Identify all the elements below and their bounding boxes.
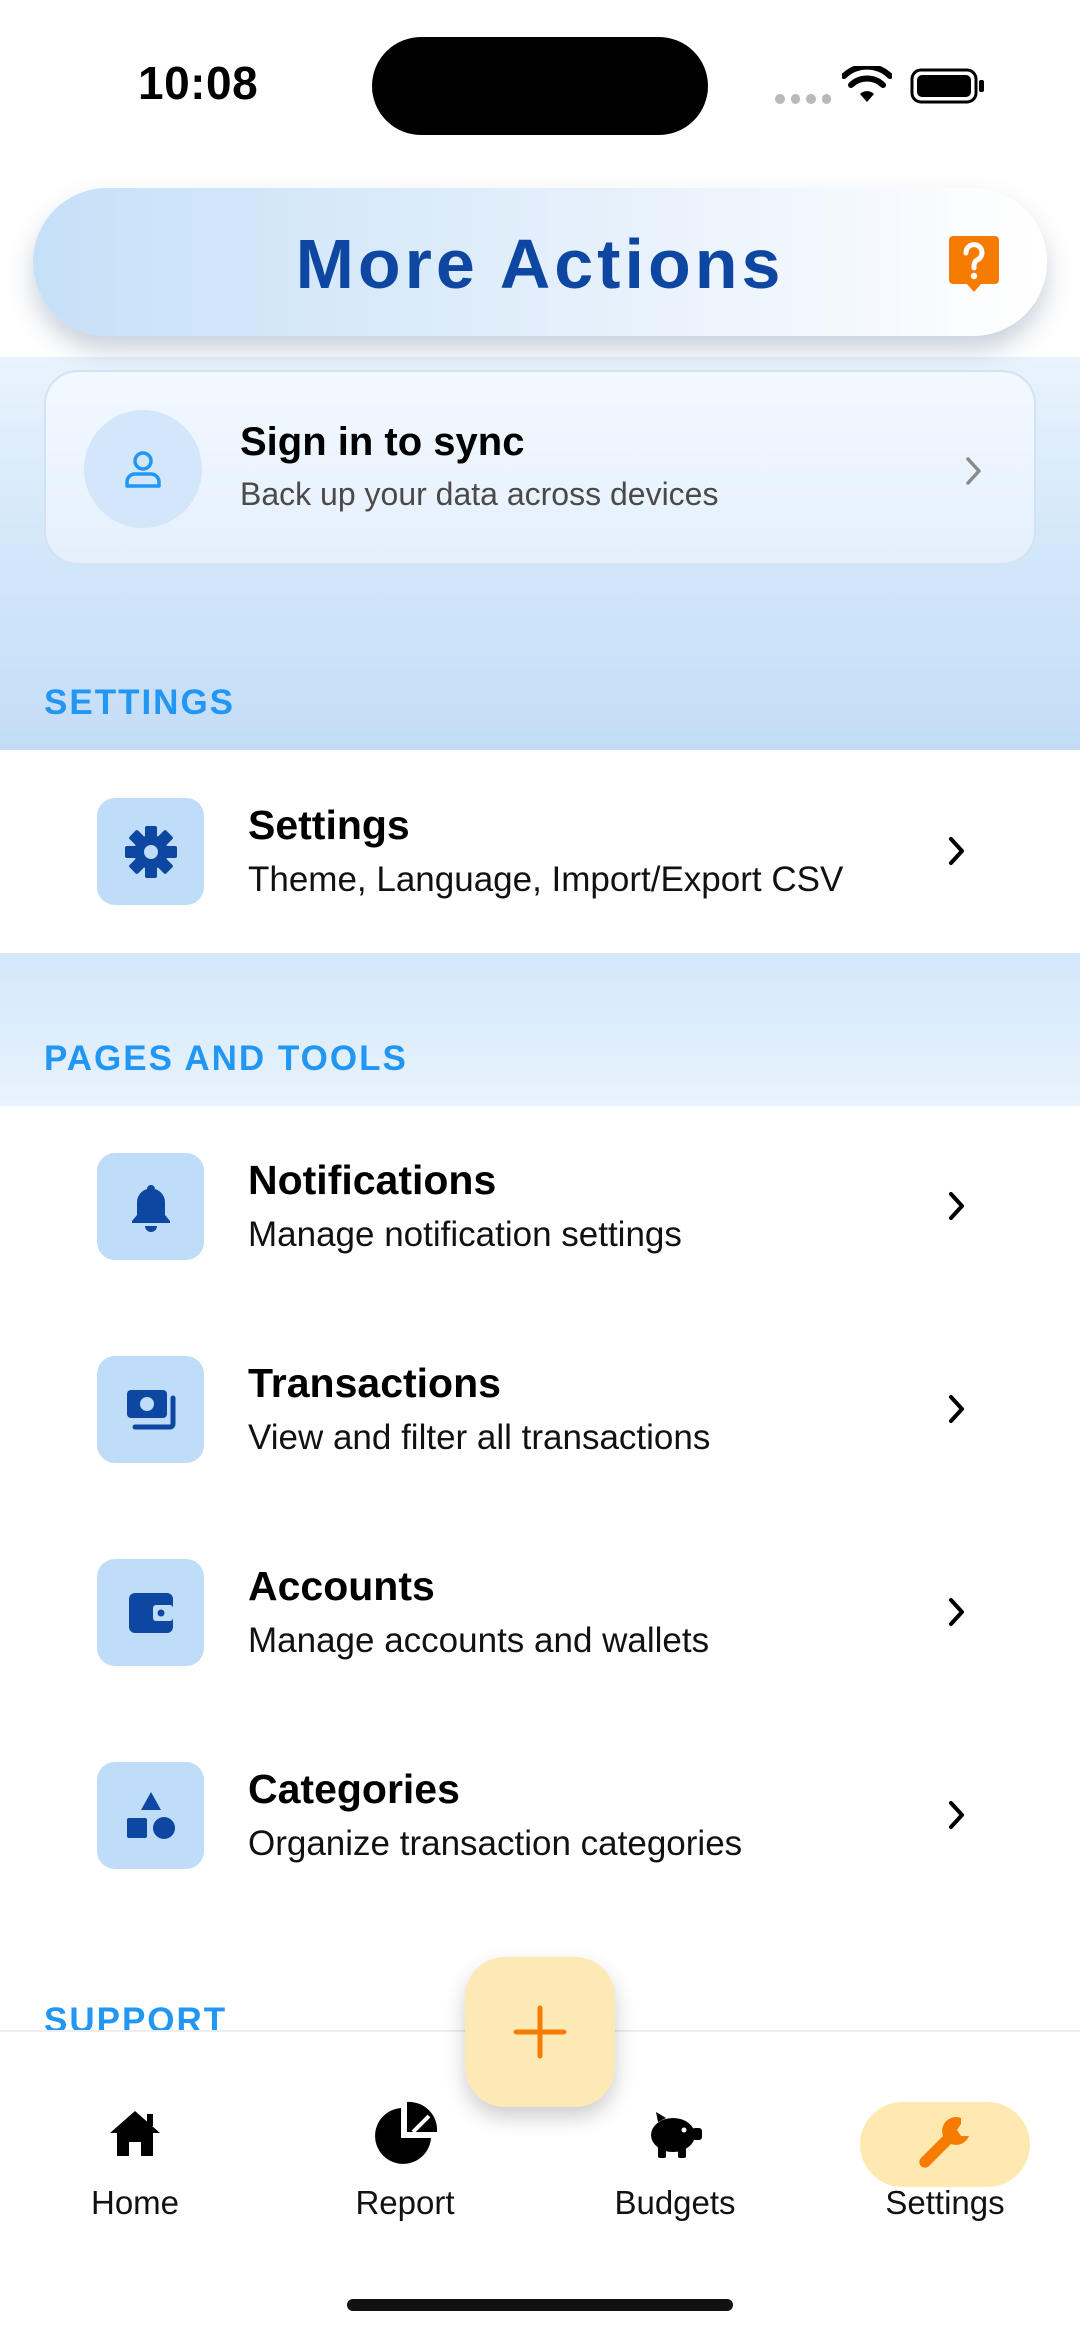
accounts-row[interactable]: Accounts Manage accounts and wallets bbox=[0, 1537, 1080, 1687]
sign-in-card[interactable]: Sign in to sync Back up your data across… bbox=[44, 370, 1036, 565]
accounts-subtitle: Manage accounts and wallets bbox=[248, 1621, 710, 1660]
notifications-title: Notifications bbox=[248, 1157, 497, 1203]
wifi-icon bbox=[842, 66, 892, 102]
notifications-icon-tile bbox=[97, 1153, 204, 1260]
chevron-right-icon bbox=[949, 1395, 964, 1423]
settings-icon-tile bbox=[97, 798, 204, 905]
transactions-subtitle: View and filter all transactions bbox=[248, 1418, 711, 1457]
settings-row-title: Settings bbox=[248, 802, 410, 848]
sign-in-subtitle: Back up your data across devices bbox=[240, 476, 719, 512]
home-icon bbox=[110, 2111, 160, 2156]
cellular-signal-icon bbox=[775, 94, 831, 106]
transactions-title: Transactions bbox=[248, 1360, 501, 1406]
home-indicator bbox=[347, 2299, 733, 2311]
nav-budgets-label: Budgets bbox=[614, 2184, 736, 2221]
nav-report-label: Report bbox=[355, 2184, 455, 2221]
chevron-right-icon bbox=[949, 837, 964, 865]
categories-subtitle: Organize transaction categories bbox=[248, 1824, 743, 1863]
dynamic-island bbox=[372, 37, 708, 135]
chevron-right-icon bbox=[949, 1598, 964, 1626]
status-time: 10:08 bbox=[138, 57, 259, 109]
avatar bbox=[84, 410, 202, 528]
section-settings-label: SETTINGS bbox=[44, 683, 236, 722]
pages-section-header bbox=[0, 953, 1080, 1106]
transactions-row[interactable]: Transactions View and filter all transac… bbox=[0, 1334, 1080, 1484]
nav-budgets[interactable]: Budgets bbox=[575, 2072, 775, 2222]
section-pages-label: PAGES AND TOOLS bbox=[44, 1039, 408, 1078]
user-icon bbox=[125, 451, 161, 488]
notifications-row[interactable]: Notifications Manage notification settin… bbox=[0, 1131, 1080, 1281]
bell-icon bbox=[132, 1185, 170, 1232]
nav-home-label: Home bbox=[90, 2184, 180, 2221]
chevron-right-icon bbox=[966, 457, 981, 485]
accounts-title: Accounts bbox=[248, 1563, 435, 1609]
nav-settings[interactable]: Settings bbox=[845, 2072, 1045, 2222]
page-title: More Actions bbox=[295, 225, 785, 303]
gear-icon bbox=[125, 826, 177, 878]
transactions-icon-tile bbox=[97, 1356, 204, 1463]
plus-icon bbox=[513, 2005, 567, 2059]
help-icon[interactable] bbox=[949, 236, 999, 292]
categories-row[interactable]: Categories Organize transaction categori… bbox=[0, 1740, 1080, 1890]
settings-row[interactable]: Settings Theme, Language, Import/Export … bbox=[0, 776, 1080, 926]
chevron-right-icon bbox=[949, 1801, 964, 1829]
categories-icon-tile bbox=[97, 1762, 204, 1869]
nav-settings-label: Settings bbox=[885, 2184, 1005, 2221]
header-bar: More Actions bbox=[33, 188, 1047, 336]
battery-icon bbox=[910, 68, 984, 104]
nav-home[interactable]: Home bbox=[35, 2072, 235, 2222]
settings-row-subtitle: Theme, Language, Import/Export CSV bbox=[248, 860, 844, 899]
chevron-right-icon bbox=[949, 1192, 964, 1220]
accounts-icon-tile bbox=[97, 1559, 204, 1666]
sign-in-title: Sign in to sync bbox=[240, 420, 525, 464]
add-transaction-button[interactable] bbox=[465, 1957, 615, 2107]
piggy-bank-icon bbox=[651, 2112, 702, 2158]
shapes-icon bbox=[127, 1792, 175, 1839]
wallet-icon bbox=[129, 1593, 173, 1633]
notifications-subtitle: Manage notification settings bbox=[248, 1215, 682, 1254]
money-icon bbox=[127, 1390, 176, 1430]
wrench-icon bbox=[919, 2117, 969, 2168]
pie-chart-icon bbox=[375, 2101, 438, 2164]
categories-title: Categories bbox=[248, 1766, 460, 1812]
status-bar: 10:08 bbox=[0, 0, 1080, 170]
